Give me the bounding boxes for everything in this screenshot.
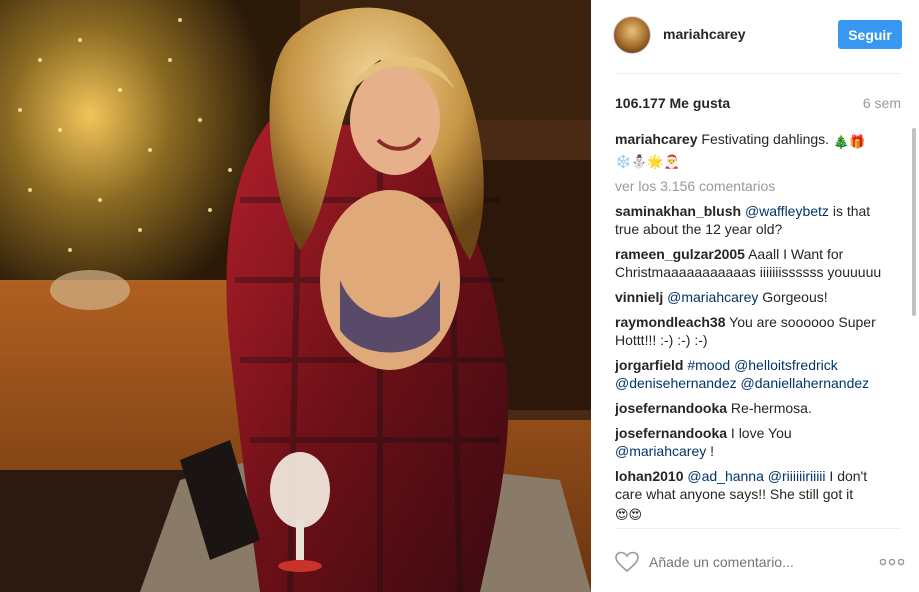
post-time[interactable]: 6 sem <box>863 95 901 111</box>
comment-emoji: 😍😍 <box>615 507 643 522</box>
caption-emoji: 🎄🎁 <box>832 134 866 149</box>
comment-username[interactable]: lohan2010 <box>615 468 683 484</box>
add-comment-row <box>615 548 905 578</box>
comment-username[interactable]: rameen_gulzar2005 <box>615 246 745 262</box>
list-item: saminakhan_blush @waffleybetz is that tr… <box>615 202 883 238</box>
comment-text: Gorgeous! <box>758 289 828 305</box>
likes-count[interactable]: 106.177 Me gusta <box>615 95 730 111</box>
comment-mention[interactable]: @mariahcarey <box>667 289 758 305</box>
header-username[interactable]: mariahcarey <box>663 26 746 42</box>
list-item: raymondleach38 You are soooooo Super Hot… <box>615 313 883 349</box>
comment-text-tail: ! <box>706 443 715 459</box>
comment-text: I love You <box>730 425 792 441</box>
comments-scrollbar[interactable] <box>912 128 916 316</box>
view-all-comments-link[interactable]: ver los 3.156 comentarios <box>615 177 883 195</box>
post-header: mariahcarey Seguir <box>613 16 902 54</box>
post-sidebar: mariahcarey Seguir 106.177 Me gusta 6 se… <box>591 0 919 592</box>
follow-button[interactable]: Seguir <box>838 20 902 49</box>
list-item: jorgarfield #mood @helloitsfredrick @den… <box>615 356 883 392</box>
comment-username[interactable]: josefernandooka <box>615 425 727 441</box>
list-item: josefernandooka I love You @mariahcarey … <box>615 424 883 460</box>
caption: mariahcarey Festivating dahlings. 🎄🎁 ❄️⛄… <box>615 130 883 170</box>
comments-list: mariahcarey Festivating dahlings. 🎄🎁 ❄️⛄… <box>615 130 883 528</box>
header-divider <box>615 73 901 74</box>
comment-mention[interactable]: @daniellahernandez <box>741 375 870 391</box>
list-item: vinnielj @mariahcarey Gorgeous! <box>615 288 883 306</box>
comment-mention[interactable]: @waffleybetz <box>745 203 829 219</box>
comment-mention[interactable]: @denisehernandez <box>615 375 737 391</box>
post-photo[interactable] <box>0 0 591 592</box>
comment-mention[interactable]: @riiiiiiriiiii <box>768 468 826 484</box>
comment-username[interactable]: josefernandooka <box>615 400 727 416</box>
heart-icon[interactable] <box>615 550 639 574</box>
comment-mention[interactable]: @helloitsfredrick <box>734 357 838 373</box>
post-image <box>0 0 591 592</box>
list-item: josefernandooka Re-hermosa. <box>615 399 883 417</box>
caption-emoji-line2: ❄️⛄🌟🎅 <box>615 154 680 169</box>
caption-username[interactable]: mariahcarey <box>615 131 698 147</box>
comment-text: Re-hermosa. <box>730 400 812 416</box>
caption-text: Festivating dahlings. <box>701 131 830 147</box>
avatar[interactable] <box>613 16 651 54</box>
comment-username[interactable]: jorgarfield <box>615 357 683 373</box>
add-comment-input[interactable] <box>649 554 839 570</box>
comment-hashtag[interactable]: #mood <box>687 357 730 373</box>
comment-mention[interactable]: @ad_hanna <box>687 468 764 484</box>
comment-username[interactable]: saminakhan_blush <box>615 203 741 219</box>
comments-divider <box>615 528 901 529</box>
comment-username[interactable]: vinnielj <box>615 289 663 305</box>
list-item: lohan2010 @ad_hanna @riiiiiiriiiii I don… <box>615 467 883 523</box>
more-options-icon[interactable] <box>879 558 905 566</box>
list-item: rameen_gulzar2005 Aaall I Want for Chris… <box>615 245 883 281</box>
comment-username[interactable]: raymondleach38 <box>615 314 726 330</box>
comment-mention[interactable]: @mariahcarey <box>615 443 706 459</box>
